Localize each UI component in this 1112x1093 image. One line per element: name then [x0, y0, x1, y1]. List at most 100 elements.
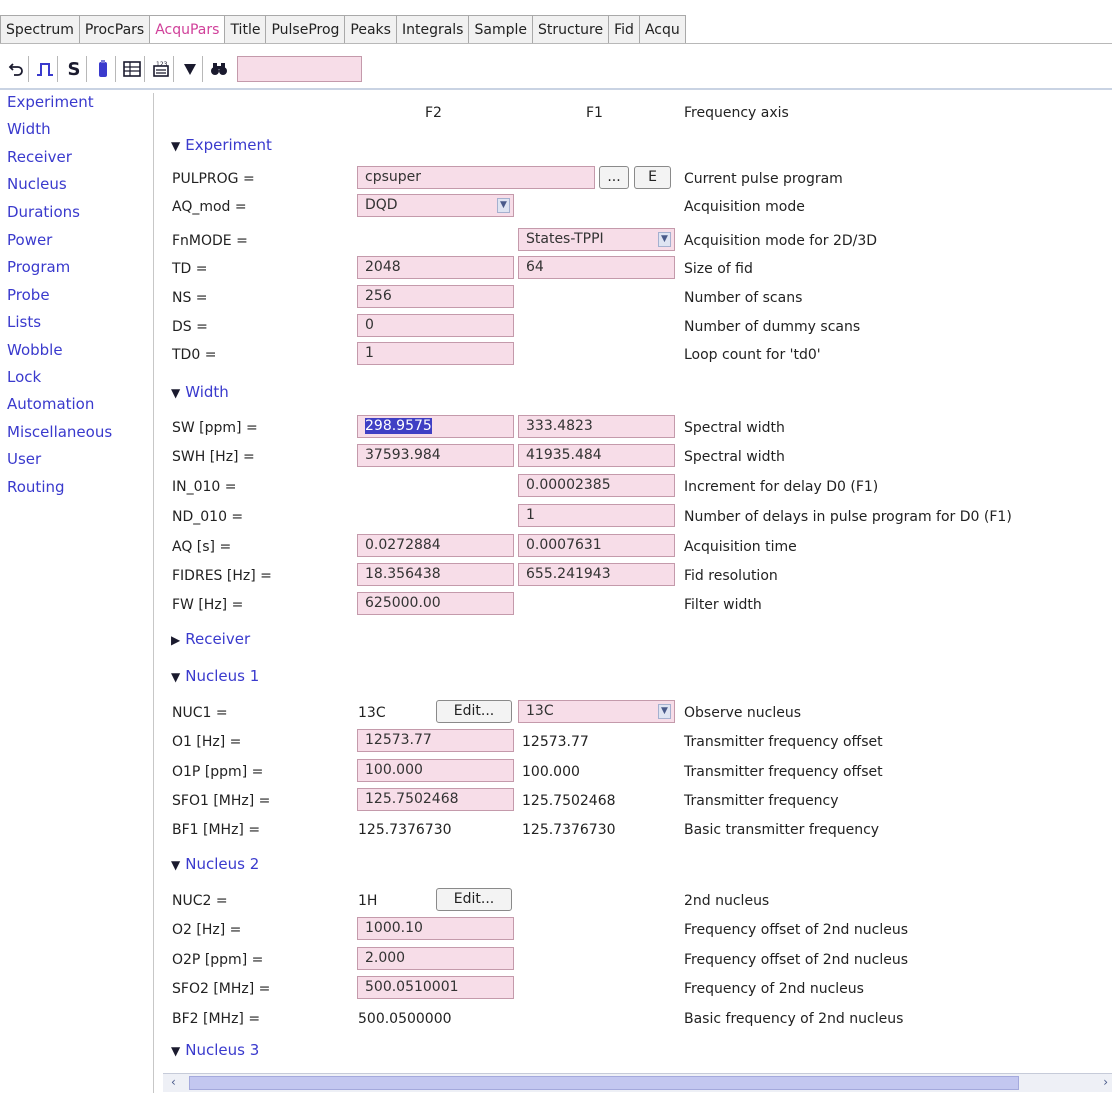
- param-description: Basic frequency of 2nd nucleus: [684, 1011, 904, 1027]
- swh-f1-field[interactable]: 41935.484: [518, 444, 675, 467]
- selected-text: 298.9575: [365, 418, 432, 434]
- nuc2-value: 1H: [358, 893, 378, 909]
- param-description: Spectral width: [684, 449, 785, 465]
- param-label: SFO2 [MHz] =: [172, 981, 271, 997]
- chevron-down-icon: ▼: [658, 232, 671, 247]
- section-nucleus-2[interactable]: ▼ Nucleus 2: [171, 855, 259, 873]
- horizontal-scrollbar[interactable]: ‹ ›: [163, 1073, 1112, 1092]
- sfo2-field[interactable]: 500.0510001: [357, 976, 514, 999]
- param-label: SWH [Hz] =: [172, 449, 255, 465]
- ds-field[interactable]: 0: [357, 314, 514, 337]
- td-f2-field[interactable]: 2048: [357, 256, 514, 279]
- o1p-field[interactable]: 100.000: [357, 759, 514, 782]
- param-label: FW [Hz] =: [172, 597, 244, 613]
- param-description: Acquisition mode for 2D/3D: [684, 233, 878, 249]
- expanded-triangle-icon: ▼: [171, 139, 181, 153]
- collapsed-triangle-icon: ▶: [171, 633, 181, 647]
- column-header-description: Frequency axis: [684, 105, 789, 121]
- param-description: Number of dummy scans: [684, 319, 861, 335]
- param-label: PULPROG =: [172, 171, 255, 187]
- bf1-f1-value: 125.7376730: [522, 822, 616, 838]
- o2p-field[interactable]: 2.000: [357, 947, 514, 970]
- aq-f2-field[interactable]: 0.0272884: [357, 534, 514, 557]
- param-label: BF2 [MHz] =: [172, 1011, 261, 1027]
- param-label: TD0 =: [172, 347, 217, 363]
- nd-010-field[interactable]: 1: [518, 504, 675, 527]
- edit-nuc2-button[interactable]: Edit...: [436, 888, 512, 911]
- pulprog-field[interactable]: cpsuper: [357, 166, 595, 189]
- param-description: Number of scans: [684, 290, 803, 306]
- param-description: Increment for delay D0 (F1): [684, 479, 879, 495]
- scroll-left-icon[interactable]: ‹: [171, 1075, 176, 1089]
- param-label: O2 [Hz] =: [172, 922, 242, 938]
- param-label: O1 [Hz] =: [172, 734, 242, 750]
- param-description: Number of delays in pulse program for D0…: [684, 509, 1012, 525]
- param-label: IN_010 =: [172, 479, 237, 495]
- param-label: NUC1 =: [172, 705, 228, 721]
- fidres-f2-field[interactable]: 18.356438: [357, 563, 514, 586]
- select-value: 13C: [526, 703, 554, 719]
- param-label: NS =: [172, 290, 208, 306]
- section-nucleus-3[interactable]: ▼ Nucleus 3: [171, 1041, 259, 1059]
- param-description: Frequency of 2nd nucleus: [684, 981, 864, 997]
- expanded-triangle-icon: ▼: [171, 1044, 181, 1058]
- o1-field[interactable]: 12573.77: [357, 729, 514, 752]
- fidres-f1-field[interactable]: 655.241943: [518, 563, 675, 586]
- param-description: Spectral width: [684, 420, 785, 436]
- expanded-triangle-icon: ▼: [171, 386, 181, 400]
- param-description: Size of fid: [684, 261, 753, 277]
- param-label: SFO1 [MHz] =: [172, 793, 271, 809]
- nuc1-value: 13C: [358, 705, 386, 721]
- in-010-field[interactable]: 0.00002385: [518, 474, 675, 497]
- select-value: DQD: [365, 197, 398, 213]
- section-experiment[interactable]: ▼ Experiment: [171, 136, 272, 154]
- sw-f1-field[interactable]: 333.4823: [518, 415, 675, 438]
- param-label: TD =: [172, 261, 208, 277]
- aq-f1-field[interactable]: 0.0007631: [518, 534, 675, 557]
- parameter-panel: F2 F1 Frequency axis ▼ Experiment PULPROG…: [0, 0, 1112, 1093]
- param-label: O1P [ppm] =: [172, 764, 264, 780]
- param-description: Acquisition time: [684, 539, 797, 555]
- scrollbar-thumb[interactable]: [189, 1076, 1019, 1090]
- swh-f2-field[interactable]: 37593.984: [357, 444, 514, 467]
- param-label: ND_010 =: [172, 509, 244, 525]
- column-header-f1: F1: [586, 105, 603, 121]
- param-description: Observe nucleus: [684, 705, 802, 721]
- scroll-right-icon[interactable]: ›: [1103, 1075, 1108, 1089]
- section-receiver[interactable]: ▶ Receiver: [171, 630, 250, 648]
- sfo1-field[interactable]: 125.7502468: [357, 788, 514, 811]
- edit-pulprog-button[interactable]: E: [634, 166, 671, 189]
- param-label: BF1 [MHz] =: [172, 822, 261, 838]
- td-f1-field[interactable]: 64: [518, 256, 675, 279]
- section-label: Nucleus 2: [185, 855, 260, 873]
- param-label: O2P [ppm] =: [172, 952, 264, 968]
- param-label: FnMODE =: [172, 233, 248, 249]
- expanded-triangle-icon: ▼: [171, 670, 181, 684]
- aq-mod-select[interactable]: DQD ▼: [357, 194, 514, 217]
- edit-nuc1-button[interactable]: Edit...: [436, 700, 512, 723]
- section-nucleus-1[interactable]: ▼ Nucleus 1: [171, 667, 259, 685]
- section-label: Experiment: [185, 136, 272, 154]
- param-description: Basic transmitter frequency: [684, 822, 880, 838]
- browse-button[interactable]: ...: [599, 166, 629, 189]
- param-description: Acquisition mode: [684, 199, 805, 215]
- section-width[interactable]: ▼ Width: [171, 383, 229, 401]
- expanded-triangle-icon: ▼: [171, 858, 181, 872]
- fw-field[interactable]: 625000.00: [357, 592, 514, 615]
- param-description: Frequency offset of 2nd nucleus: [684, 922, 909, 938]
- param-label: AQ [s] =: [172, 539, 232, 555]
- chevron-down-icon: ▼: [497, 198, 510, 213]
- param-description: Loop count for 'td0': [684, 347, 821, 363]
- sw-f2-field[interactable]: 298.9575: [357, 415, 514, 438]
- bf1-f2-value: 125.7376730: [358, 822, 452, 838]
- ns-field[interactable]: 256: [357, 285, 514, 308]
- o2-field[interactable]: 1000.10: [357, 917, 514, 940]
- o1-f1-value: 12573.77: [522, 734, 589, 750]
- sfo1-f1-value: 125.7502468: [522, 793, 616, 809]
- td0-field[interactable]: 1: [357, 342, 514, 365]
- param-label: AQ_mod =: [172, 199, 247, 215]
- fnmode-select[interactable]: States-TPPI ▼: [518, 228, 675, 251]
- nuc1-select[interactable]: 13C ▼: [518, 700, 675, 723]
- section-label: Receiver: [185, 630, 251, 648]
- param-label: FIDRES [Hz] =: [172, 568, 272, 584]
